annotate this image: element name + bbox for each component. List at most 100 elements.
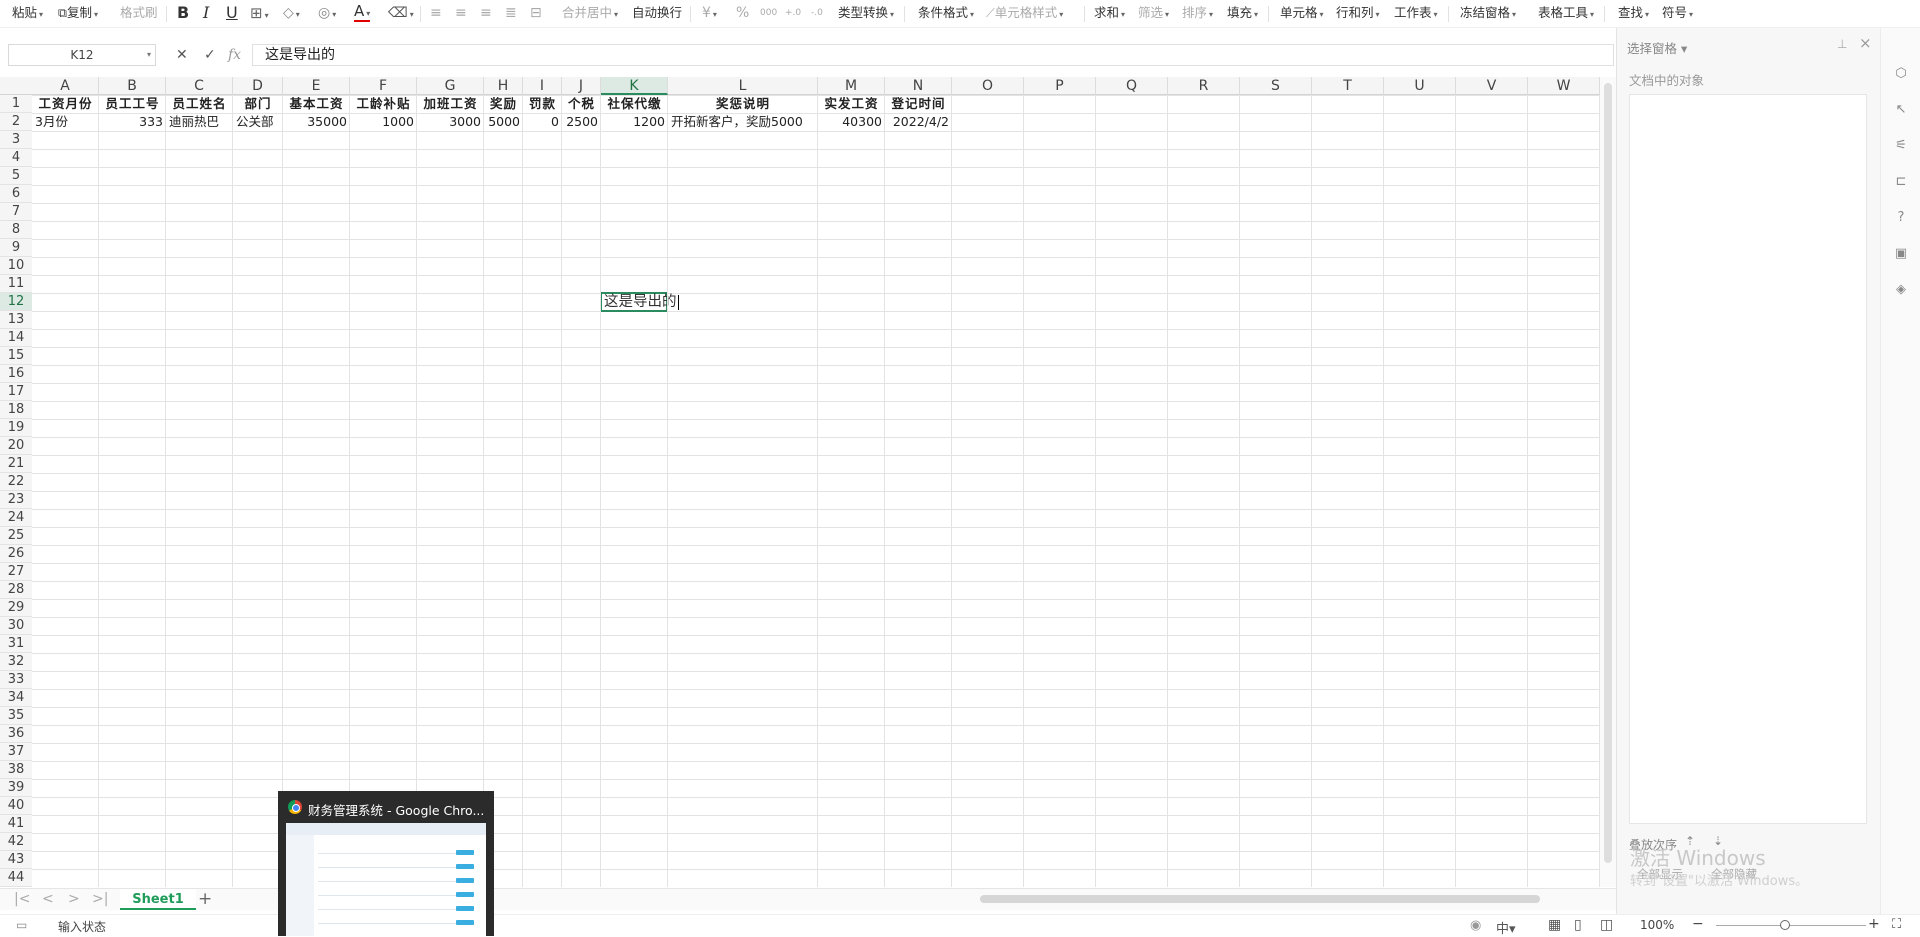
- table-cell[interactable]: 2022/4/2: [885, 113, 952, 131]
- table-cell[interactable]: 3000: [417, 113, 484, 131]
- first-sheet-icon[interactable]: |<: [14, 891, 30, 907]
- shapes-icon[interactable]: ⬡: [1893, 66, 1909, 82]
- header-cell[interactable]: 加班工资: [417, 95, 484, 113]
- column-header[interactable]: U: [1384, 77, 1456, 95]
- align-right-icon[interactable]: ≡: [480, 4, 492, 22]
- row-header[interactable]: 22: [0, 473, 32, 491]
- table-cell[interactable]: 1000: [350, 113, 417, 131]
- eraser-icon[interactable]: ⌫ ▾: [388, 4, 414, 22]
- row-col-button[interactable]: 行和列 ▾: [1336, 4, 1380, 22]
- header-cell[interactable]: 个税: [562, 95, 601, 113]
- header-cell[interactable]: 登记时间: [885, 95, 952, 113]
- align-center-icon[interactable]: ≡: [455, 4, 467, 22]
- symbol-button[interactable]: 符号 ▾: [1662, 4, 1693, 22]
- confirm-edit-icon[interactable]: ✓: [204, 47, 216, 63]
- column-header[interactable]: N: [885, 77, 952, 95]
- row-header[interactable]: 34: [0, 689, 32, 707]
- cell-style-button[interactable]: ⟋单元格样式 ▾: [986, 4, 1063, 22]
- prev-sheet-icon[interactable]: <: [42, 891, 54, 907]
- find-button[interactable]: 查找 ▾: [1618, 4, 1649, 22]
- row-header[interactable]: 28: [0, 581, 32, 599]
- formula-input[interactable]: 这是导出的: [252, 44, 1614, 66]
- zoom-slider[interactable]: [1716, 925, 1866, 926]
- vertical-scrollbar[interactable]: [1600, 77, 1616, 887]
- row-header[interactable]: 33: [0, 671, 32, 689]
- horizontal-scrollbar[interactable]: [960, 894, 1580, 904]
- sheet-tab[interactable]: Sheet1: [120, 889, 196, 910]
- row-header[interactable]: 1: [0, 95, 32, 113]
- column-header[interactable]: R: [1168, 77, 1240, 95]
- column-header[interactable]: F: [350, 77, 417, 95]
- table-cell[interactable]: 迪丽热巴: [166, 113, 233, 131]
- header-cell[interactable]: 部门: [233, 95, 283, 113]
- fullscreen-icon[interactable]: ⛶: [1892, 917, 1901, 932]
- row-header[interactable]: 23: [0, 491, 32, 509]
- close-icon[interactable]: ×: [1859, 34, 1872, 52]
- next-sheet-icon[interactable]: >: [68, 891, 80, 907]
- type-convert-button[interactable]: 类型转换 ▾: [838, 4, 894, 22]
- row-header[interactable]: 32: [0, 653, 32, 671]
- column-header[interactable]: S: [1240, 77, 1312, 95]
- merge-center-button[interactable]: 合并居中 ▾: [562, 4, 618, 22]
- table-cell[interactable]: 1200: [601, 113, 668, 131]
- row-header[interactable]: 7: [0, 203, 32, 221]
- row-header[interactable]: 39: [0, 779, 32, 797]
- header-cell[interactable]: 员工工号: [99, 95, 166, 113]
- header-cell[interactable]: 员工姓名: [166, 95, 233, 113]
- sort-button[interactable]: 排序 ▾: [1182, 4, 1213, 22]
- increase-decimal-icon[interactable]: +.0: [785, 4, 801, 22]
- row-header[interactable]: 36: [0, 725, 32, 743]
- row-header[interactable]: 42: [0, 833, 32, 851]
- align-left-icon[interactable]: ≡: [430, 4, 442, 22]
- row-header[interactable]: 2: [0, 113, 32, 131]
- auto-wrap-button[interactable]: 自动换行: [632, 4, 682, 22]
- bold-button[interactable]: B: [177, 4, 189, 22]
- column-header[interactable]: G: [417, 77, 484, 95]
- row-header[interactable]: 5: [0, 167, 32, 185]
- horizontal-scroll-thumb[interactable]: [980, 895, 1540, 903]
- header-cell[interactable]: 实发工资: [818, 95, 885, 113]
- page-layout-icon[interactable]: ▯: [1574, 917, 1582, 933]
- row-header[interactable]: 3: [0, 131, 32, 149]
- paste-button[interactable]: 粘贴 ▾: [12, 4, 43, 22]
- header-cell[interactable]: 罚款: [523, 95, 562, 113]
- column-header[interactable]: A: [32, 77, 99, 95]
- active-cell[interactable]: 这是导出的: [600, 292, 679, 312]
- input-method-icon[interactable]: 中▾: [1496, 918, 1516, 937]
- header-cell[interactable]: 奖惩说明: [668, 95, 818, 113]
- table-cell[interactable]: 开拓新客户，奖励5000: [668, 113, 818, 131]
- eye-icon[interactable]: ◉: [1470, 918, 1481, 933]
- row-header[interactable]: 29: [0, 599, 32, 617]
- cell-area[interactable]: 工资月份 员工工号 员工姓名 部门 基本工资 工龄补贴 加班工资 奖励 罚款 个税 社保代缴 奖惩说明…: [32, 95, 1600, 887]
- page-break-icon[interactable]: ◫: [1600, 917, 1613, 933]
- justify-icon[interactable]: ≣: [505, 4, 517, 22]
- copy-button[interactable]: ⧉复制 ▾: [58, 4, 98, 22]
- table-cell[interactable]: 35000: [283, 113, 350, 131]
- row-header[interactable]: 26: [0, 545, 32, 563]
- table-cell[interactable]: 3月份: [32, 113, 99, 131]
- cond-format-button[interactable]: 条件格式 ▾: [918, 4, 974, 22]
- insert-function-icon[interactable]: fx: [228, 47, 241, 63]
- column-header[interactable]: H: [484, 77, 523, 95]
- zoom-level[interactable]: 100%: [1640, 918, 1674, 932]
- sum-button[interactable]: 求和 ▾: [1094, 4, 1125, 22]
- table-cell[interactable]: 40300: [818, 113, 885, 131]
- fill-button[interactable]: 填充 ▾: [1227, 4, 1258, 22]
- row-header[interactable]: 35: [0, 707, 32, 725]
- zoom-slider-handle[interactable]: [1780, 920, 1790, 930]
- cell-button[interactable]: 单元格 ▾: [1280, 4, 1324, 22]
- row-header[interactable]: 19: [0, 419, 32, 437]
- border-icon[interactable]: ⊞ ▾: [250, 4, 269, 22]
- row-header[interactable]: 11: [0, 275, 32, 293]
- pin-icon[interactable]: ⊥: [1837, 37, 1847, 51]
- header-cell[interactable]: 工龄补贴: [350, 95, 417, 113]
- objects-list[interactable]: [1629, 94, 1867, 824]
- row-header[interactable]: 10: [0, 257, 32, 275]
- row-header[interactable]: 8: [0, 221, 32, 239]
- header-cell[interactable]: 社保代缴: [601, 95, 668, 113]
- pane-title[interactable]: 选择窗格 ▾: [1627, 38, 1687, 57]
- row-header[interactable]: 41: [0, 815, 32, 833]
- row-header[interactable]: 30: [0, 617, 32, 635]
- row-header[interactable]: 24: [0, 509, 32, 527]
- highlight-icon[interactable]: ◎ ▾: [318, 4, 336, 22]
